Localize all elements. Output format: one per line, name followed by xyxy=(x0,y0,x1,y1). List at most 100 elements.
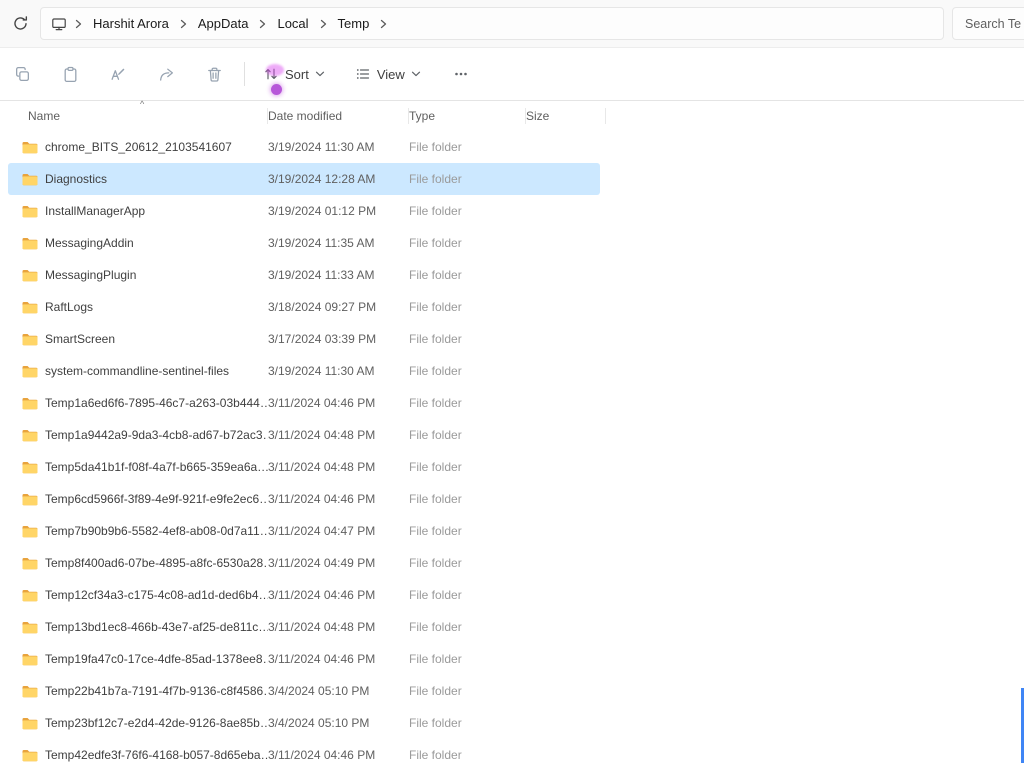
file-date-modified: 3/19/2024 01:12 PM xyxy=(268,204,409,218)
breadcrumb-item[interactable]: Harshit Arora xyxy=(84,11,178,36)
file-type: File folder xyxy=(409,204,526,218)
file-name-cell: Temp12cf34a3-c175-4c08-ad1d-ded6b4… xyxy=(14,588,268,602)
file-type: File folder xyxy=(409,364,526,378)
folder-icon xyxy=(22,237,38,250)
refresh-button[interactable] xyxy=(0,4,40,44)
sort-ascending-indicator: ^ xyxy=(140,99,144,109)
column-label: Name xyxy=(28,109,60,123)
file-row[interactable]: Temp8f400ad6-07be-4895-a8fc-6530a28… 3/1… xyxy=(8,547,600,579)
file-row[interactable]: MessagingAddin 3/19/2024 11:35 AM File f… xyxy=(8,227,600,259)
file-type: File folder xyxy=(409,428,526,442)
sort-button[interactable]: Sort xyxy=(253,56,335,92)
column-label: Size xyxy=(526,109,549,123)
file-row[interactable]: Temp13bd1ec8-466b-43e7-af25-de811c… 3/11… xyxy=(8,611,600,643)
copy-button[interactable] xyxy=(2,56,42,92)
file-row[interactable]: InstallManagerApp 3/19/2024 01:12 PM Fil… xyxy=(8,195,600,227)
file-row[interactable]: Temp6cd5966f-3f89-4e9f-921f-e9fe2ec6… 3/… xyxy=(8,483,600,515)
file-type: File folder xyxy=(409,172,526,186)
breadcrumb-item[interactable]: Local xyxy=(268,11,317,36)
file-type: File folder xyxy=(409,460,526,474)
paste-button[interactable] xyxy=(50,56,90,92)
search-text: Search Te xyxy=(965,17,1021,31)
chevron-right-icon xyxy=(378,19,389,29)
file-type: File folder xyxy=(409,492,526,506)
file-date-modified: 3/19/2024 11:30 AM xyxy=(268,140,409,154)
file-name: Temp42edfe3f-76f6-4168-b057-8d65eba… xyxy=(45,748,268,762)
file-name: system-commandline-sentinel-files xyxy=(45,364,229,378)
folder-icon xyxy=(22,525,38,538)
more-options-button[interactable] xyxy=(441,56,481,92)
folder-icon xyxy=(22,557,38,570)
delete-button[interactable] xyxy=(194,56,234,92)
chevron-down-icon xyxy=(411,71,421,77)
column-header-size[interactable]: Size xyxy=(526,101,606,131)
file-name-cell: Temp19fa47c0-17ce-4dfe-85ad-1378ee8… xyxy=(14,652,268,666)
file-row[interactable]: Temp22b41b7a-7191-4f7b-9136-c8f4586… 3/4… xyxy=(8,675,600,707)
share-button[interactable] xyxy=(146,56,186,92)
file-row[interactable]: Temp42edfe3f-76f6-4168-b057-8d65eba… 3/1… xyxy=(8,739,600,763)
file-name-cell: Temp7b90b9b6-5582-4ef8-ab08-0d7a11… xyxy=(14,524,268,538)
file-type: File folder xyxy=(409,524,526,538)
file-type: File folder xyxy=(409,332,526,346)
toolbar-divider xyxy=(244,62,245,86)
chevron-right-icon xyxy=(178,19,189,29)
file-date-modified: 3/11/2024 04:46 PM xyxy=(268,396,409,410)
file-name: Temp12cf34a3-c175-4c08-ad1d-ded6b4… xyxy=(45,588,268,602)
file-row[interactable]: MessagingPlugin 3/19/2024 11:33 AM File … xyxy=(8,259,600,291)
folder-icon xyxy=(22,461,38,474)
folder-icon xyxy=(22,717,38,730)
file-name: SmartScreen xyxy=(45,332,115,346)
file-date-modified: 3/11/2024 04:47 PM xyxy=(268,524,409,538)
file-type: File folder xyxy=(409,300,526,314)
breadcrumb-item[interactable]: Temp xyxy=(329,11,379,36)
folder-icon xyxy=(22,333,38,346)
file-date-modified: 3/19/2024 11:33 AM xyxy=(268,268,409,282)
folder-icon xyxy=(22,621,38,634)
file-date-modified: 3/11/2024 04:46 PM xyxy=(268,748,409,762)
file-row[interactable]: chrome_BITS_20612_2103541607 3/19/2024 1… xyxy=(8,131,600,163)
file-row[interactable]: Temp5da41b1f-f08f-4a7f-b665-359ea6a… 3/1… xyxy=(8,451,600,483)
file-row[interactable]: Temp19fa47c0-17ce-4dfe-85ad-1378ee8… 3/1… xyxy=(8,643,600,675)
file-name-cell: SmartScreen xyxy=(14,332,268,346)
file-row[interactable]: system-commandline-sentinel-files 3/19/2… xyxy=(8,355,600,387)
file-row[interactable]: RaftLogs 3/18/2024 09:27 PM File folder xyxy=(8,291,600,323)
column-header-type[interactable]: Type xyxy=(409,101,526,131)
breadcrumb-item[interactable]: AppData xyxy=(189,11,258,36)
folder-icon xyxy=(22,589,38,602)
folder-icon xyxy=(22,141,38,154)
file-type: File folder xyxy=(409,652,526,666)
file-row[interactable]: Temp1a6ed6f6-7895-46c7-a263-03b444… 3/11… xyxy=(8,387,600,419)
file-name-cell: system-commandline-sentinel-files xyxy=(14,364,268,378)
file-explorer-window: Harshit Arora AppData Local Temp Search … xyxy=(0,0,1024,763)
file-type: File folder xyxy=(409,588,526,602)
view-button[interactable]: View xyxy=(345,56,431,92)
folder-icon xyxy=(22,365,38,378)
rename-button[interactable] xyxy=(98,56,138,92)
file-date-modified: 3/19/2024 11:35 AM xyxy=(268,236,409,250)
folder-icon xyxy=(22,269,38,282)
folder-icon xyxy=(22,749,38,762)
file-name-cell: Temp22b41b7a-7191-4f7b-9136-c8f4586… xyxy=(14,684,268,698)
file-name: Temp7b90b9b6-5582-4ef8-ab08-0d7a11… xyxy=(45,524,268,538)
search-input[interactable]: Search Te xyxy=(952,7,1024,40)
address-field[interactable]: Harshit Arora AppData Local Temp xyxy=(40,7,944,40)
file-date-modified: 3/4/2024 05:10 PM xyxy=(268,684,409,698)
folder-icon xyxy=(22,429,38,442)
file-type: File folder xyxy=(409,268,526,282)
column-header-row: Name Date modified Type Size ^ xyxy=(8,101,600,131)
file-row[interactable]: Temp7b90b9b6-5582-4ef8-ab08-0d7a11… 3/11… xyxy=(8,515,600,547)
file-row[interactable]: Temp12cf34a3-c175-4c08-ad1d-ded6b4… 3/11… xyxy=(8,579,600,611)
file-name-cell: Temp1a9442a9-9da3-4cb8-ad67-b72ac3… xyxy=(14,428,268,442)
file-name-cell: Temp1a6ed6f6-7895-46c7-a263-03b444… xyxy=(14,396,268,410)
file-name: MessagingAddin xyxy=(45,236,134,250)
file-name: Temp22b41b7a-7191-4f7b-9136-c8f4586… xyxy=(45,684,268,698)
file-row[interactable]: Diagnostics 3/19/2024 12:28 AM File fold… xyxy=(8,163,600,195)
file-row[interactable]: Temp1a9442a9-9da3-4cb8-ad67-b72ac3… 3/11… xyxy=(8,419,600,451)
file-date-modified: 3/18/2024 09:27 PM xyxy=(268,300,409,314)
delete-icon xyxy=(206,66,223,83)
column-header-date-modified[interactable]: Date modified xyxy=(268,101,409,131)
file-row[interactable]: SmartScreen 3/17/2024 03:39 PM File fold… xyxy=(8,323,600,355)
file-name: Temp13bd1ec8-466b-43e7-af25-de811c… xyxy=(45,620,268,634)
chevron-right-icon xyxy=(257,19,268,29)
file-row[interactable]: Temp23bf12c7-e2d4-42de-9126-8ae85b… 3/4/… xyxy=(8,707,600,739)
